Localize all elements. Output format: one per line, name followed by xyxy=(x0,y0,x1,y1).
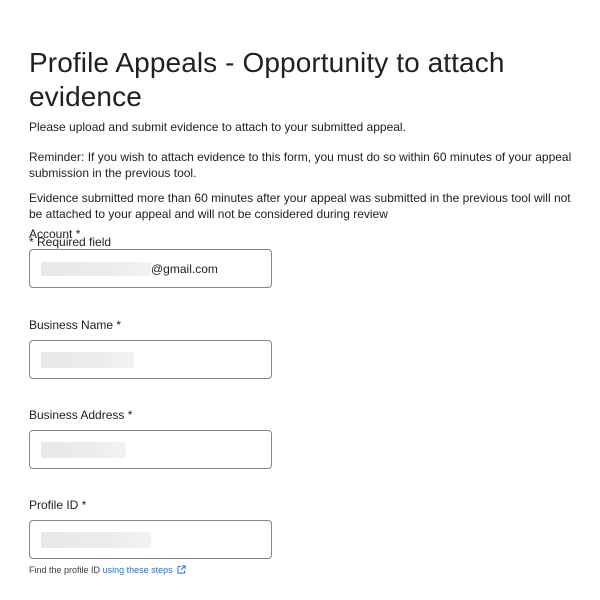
redacted-account-username xyxy=(41,261,151,276)
reminder-text: Reminder: If you wish to attach evidence… xyxy=(29,150,572,180)
external-link-icon xyxy=(177,565,186,574)
account-label: Account * xyxy=(29,227,81,241)
profile-id-steps-link[interactable]: using these steps xyxy=(103,565,186,575)
profile-id-field: Profile ID * xyxy=(29,497,272,559)
profile-id-input[interactable] xyxy=(29,520,272,559)
account-field: Account * @gmail.com xyxy=(29,226,272,288)
business-name-field: Business Name * xyxy=(29,317,272,379)
business-address-field: Business Address * xyxy=(29,407,272,469)
business-name-input[interactable] xyxy=(29,340,272,379)
profile-id-helper-text: Find the profile ID xyxy=(29,565,101,575)
profile-id-helper: Find the profile ID using these steps xyxy=(29,564,186,576)
redacted-business-name xyxy=(41,351,134,368)
business-address-label: Business Address * xyxy=(29,408,133,422)
intro-text: Please upload and submit evidence to att… xyxy=(29,120,406,134)
profile-id-label: Profile ID * xyxy=(29,498,87,512)
redacted-profile-id xyxy=(41,531,151,548)
redacted-business-address xyxy=(41,441,126,458)
warning-text: Evidence submitted more than 60 minutes … xyxy=(29,191,571,221)
business-address-input[interactable] xyxy=(29,430,272,469)
page-title: Profile Appeals - Opportunity to attach … xyxy=(29,47,505,112)
business-name-label: Business Name * xyxy=(29,318,122,332)
account-email-domain: @gmail.com xyxy=(151,261,218,276)
profile-id-steps-link-text: using these steps xyxy=(102,565,173,575)
account-input[interactable]: @gmail.com xyxy=(29,249,272,288)
